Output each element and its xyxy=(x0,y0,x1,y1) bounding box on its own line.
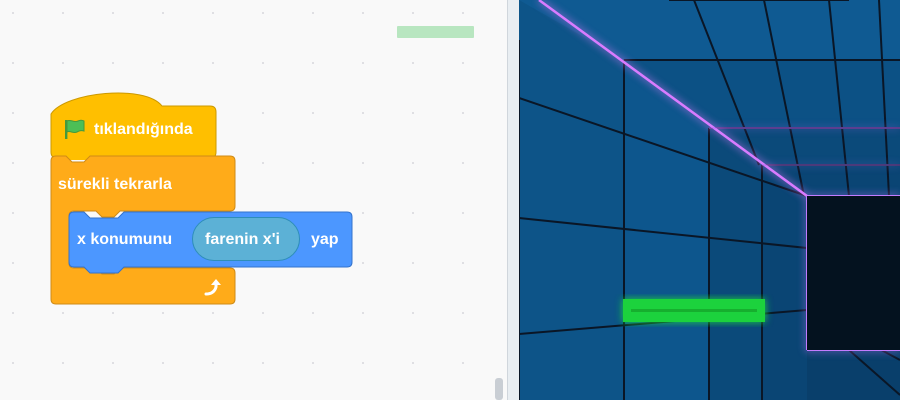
loop-arrow-icon xyxy=(204,279,221,296)
vertical-scrollbar[interactable] xyxy=(495,378,503,400)
grid-dot xyxy=(412,112,414,114)
grid-dot xyxy=(62,312,64,314)
grid-dot xyxy=(62,362,64,364)
grid-dot xyxy=(312,312,314,314)
grid-dot xyxy=(312,12,314,14)
set-x-block[interactable]: x konumunu farenin x'i yap xyxy=(68,211,356,275)
set-x-label-prefix: x konumunu xyxy=(77,231,173,248)
grid-dot xyxy=(412,262,414,264)
grid-dot xyxy=(162,362,164,364)
grid-dot xyxy=(262,62,264,64)
sprite-thumbnail-hint xyxy=(397,26,474,38)
grid-dot xyxy=(462,62,464,64)
grid-dot xyxy=(362,12,364,14)
set-x-label-suffix: yap xyxy=(311,231,339,248)
grid-dot xyxy=(12,162,14,164)
forever-block-label: sürekli tekrarla xyxy=(58,176,172,193)
grid-dot xyxy=(362,62,364,64)
grid-dot xyxy=(462,362,464,364)
code-area[interactable]: tıklandığında sürekli tekrarla x konumun… xyxy=(0,0,507,400)
grid-dot xyxy=(462,112,464,114)
grid-dot xyxy=(212,62,214,64)
grid-dot xyxy=(362,262,364,264)
grid-dot xyxy=(212,362,214,364)
grid-dot xyxy=(362,212,364,214)
grid-dot xyxy=(262,312,264,314)
grid-dot xyxy=(212,12,214,14)
grid-dot xyxy=(312,62,314,64)
grid-dot xyxy=(462,162,464,164)
grid-dot xyxy=(12,12,14,14)
grid-dot xyxy=(462,12,464,14)
grid-dot xyxy=(112,62,114,64)
grid-dot xyxy=(462,312,464,314)
grid-dot xyxy=(312,112,314,114)
grid-dot xyxy=(62,12,64,14)
grid-dot xyxy=(162,12,164,14)
grid-dot xyxy=(112,12,114,14)
when-flag-clicked-block[interactable]: tıklandığında xyxy=(50,84,218,165)
grid-dot xyxy=(312,162,314,164)
paddle-sprite xyxy=(623,299,765,322)
grid-dot xyxy=(362,162,364,164)
grid-dot xyxy=(412,212,414,214)
panel-divider xyxy=(507,0,519,400)
grid-dot xyxy=(12,312,14,314)
grid-dot xyxy=(12,362,14,364)
grid-dot xyxy=(12,212,14,214)
grid-dot xyxy=(412,362,414,364)
grid-dot xyxy=(412,62,414,64)
tunnel-backdrop xyxy=(519,0,900,400)
green-flag-icon xyxy=(65,119,85,139)
grid-dot xyxy=(412,312,414,314)
mouse-x-reporter[interactable]: farenin x'i xyxy=(192,217,300,261)
grid-dot xyxy=(262,362,264,364)
grid-dot xyxy=(112,312,114,314)
grid-dot xyxy=(262,112,264,114)
grid-dot xyxy=(112,362,114,364)
grid-dot xyxy=(162,62,164,64)
tunnel-end xyxy=(807,196,900,350)
grid-dot xyxy=(162,312,164,314)
grid-dot xyxy=(312,362,314,364)
grid-dot xyxy=(212,312,214,314)
grid-dot xyxy=(462,262,464,264)
mouse-x-reporter-label: farenin x'i xyxy=(205,231,280,248)
grid-dot xyxy=(362,312,364,314)
hat-block-label: tıklandığında xyxy=(94,121,193,138)
grid-dot xyxy=(262,12,264,14)
grid-dot xyxy=(262,162,264,164)
grid-dot xyxy=(412,12,414,14)
grid-dot xyxy=(12,62,14,64)
stage[interactable] xyxy=(519,0,900,400)
grid-dot xyxy=(362,362,364,364)
grid-dot xyxy=(12,262,14,264)
grid-dot xyxy=(462,212,464,214)
grid-dot xyxy=(412,162,414,164)
grid-dot xyxy=(12,112,14,114)
grid-dot xyxy=(62,62,64,64)
grid-dot xyxy=(362,112,364,114)
